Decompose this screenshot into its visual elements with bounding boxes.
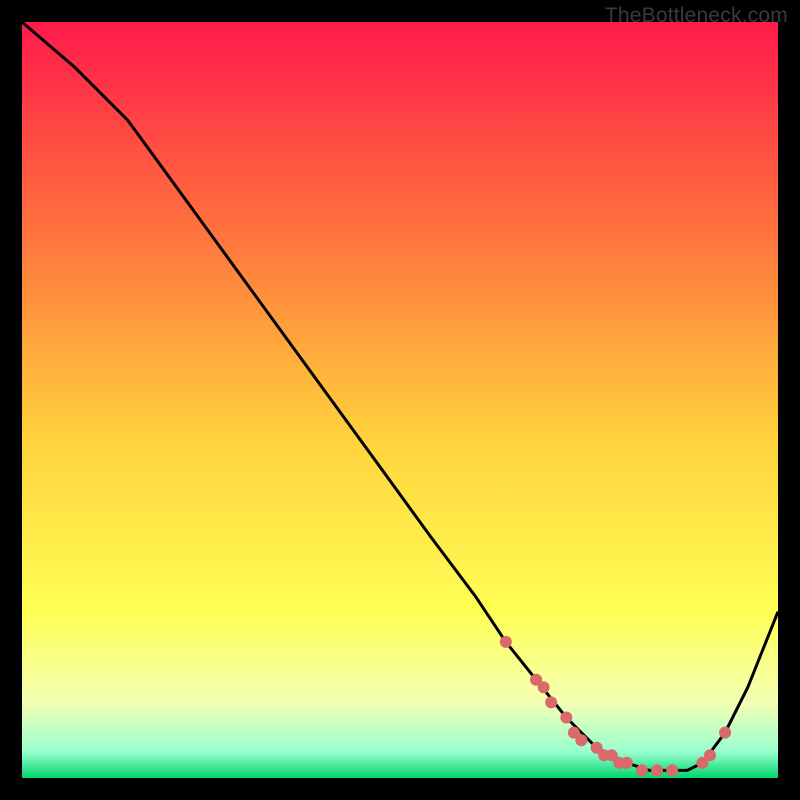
marker-point: [575, 734, 587, 746]
marker-point: [545, 696, 557, 708]
marker-point: [560, 712, 572, 724]
marker-point: [666, 764, 678, 776]
marker-point: [500, 636, 512, 648]
chart-stage: TheBottleneck.com: [0, 0, 800, 800]
gradient-fill: [22, 22, 778, 778]
marker-point: [538, 681, 550, 693]
marker-point: [704, 749, 716, 761]
chart-svg: [22, 22, 778, 778]
plot-area: [22, 22, 778, 778]
marker-point: [719, 727, 731, 739]
marker-point: [621, 757, 633, 769]
marker-point: [651, 764, 663, 776]
marker-point: [636, 764, 648, 776]
